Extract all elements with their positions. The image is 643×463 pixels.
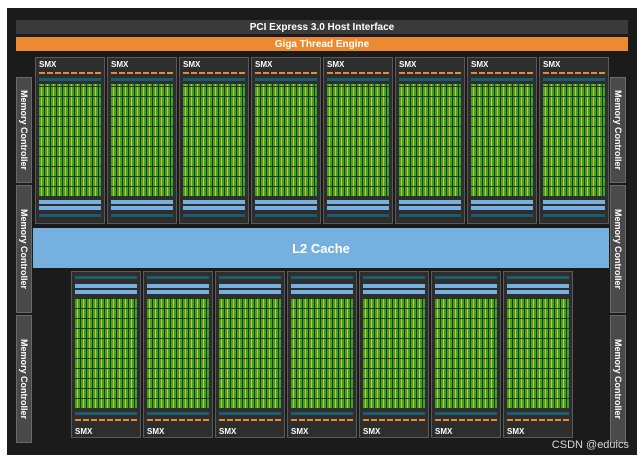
memory-controller-label: Memory Controller xyxy=(613,338,623,419)
smx-bottom-1: SMX xyxy=(71,271,141,438)
memory-controller-left-2: Memory Controller xyxy=(16,185,32,313)
smx-bottom-6: SMX xyxy=(431,271,501,438)
smx-label: SMX xyxy=(363,427,381,436)
memory-controller-left-3: Memory Controller xyxy=(16,315,32,443)
smx-label: SMX xyxy=(291,427,309,436)
smx-label: SMX xyxy=(111,60,129,69)
smx-bottom-5: SMX xyxy=(359,271,429,438)
smx-label: SMX xyxy=(255,60,273,69)
smx-label: SMX xyxy=(507,427,525,436)
smx-top-8: SMX xyxy=(539,57,609,224)
smx-bottom-2: SMX xyxy=(143,271,213,438)
smx-top-5: SMX xyxy=(323,57,393,224)
smx-label: SMX xyxy=(327,60,345,69)
l2-cache: L2 Cache xyxy=(33,228,609,268)
memory-controller-left-1: Memory Controller xyxy=(16,77,32,183)
smx-bottom-3: SMX xyxy=(215,271,285,438)
smx-bottom-7: SMX xyxy=(503,271,573,438)
giga-thread-engine: Giga Thread Engine xyxy=(16,37,628,51)
pcie-host-interface: PCI Express 3.0 Host Interface xyxy=(16,20,628,34)
smx-label: SMX xyxy=(147,427,165,436)
memory-controller-label: Memory Controller xyxy=(19,89,29,170)
smx-label: SMX xyxy=(39,60,57,69)
smx-label: SMX xyxy=(399,60,417,69)
memory-controller-label: Memory Controller xyxy=(613,208,623,289)
smx-top-4: SMX xyxy=(251,57,321,224)
watermark: CSDN @eduics xyxy=(551,439,629,451)
smx-top-2: SMX xyxy=(107,57,177,224)
smx-top-1: SMX xyxy=(35,57,105,224)
smx-label: SMX xyxy=(543,60,561,69)
smx-label: SMX xyxy=(219,427,237,436)
smx-label: SMX xyxy=(471,60,489,69)
smx-bottom-4: SMX xyxy=(287,271,357,438)
smx-top-6: SMX xyxy=(395,57,465,224)
smx-top-7: SMX xyxy=(467,57,537,224)
smx-label: SMX xyxy=(183,60,201,69)
memory-controller-label: Memory Controller xyxy=(19,208,29,289)
memory-controller-right-1: Memory Controller xyxy=(610,77,626,183)
memory-controller-right-3: Memory Controller xyxy=(610,315,626,443)
smx-top-3: SMX xyxy=(179,57,249,224)
smx-label: SMX xyxy=(75,427,93,436)
memory-controller-label: Memory Controller xyxy=(19,338,29,419)
memory-controller-label: Memory Controller xyxy=(613,89,623,170)
smx-label: SMX xyxy=(435,427,453,436)
memory-controller-right-2: Memory Controller xyxy=(610,185,626,313)
